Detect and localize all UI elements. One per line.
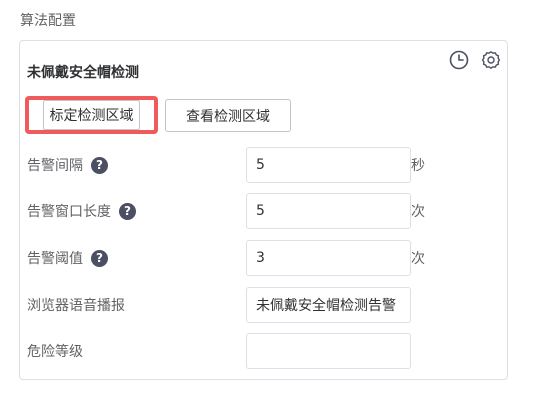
alarm-interval-row: 告警间隔 ? 5 秒 — [20, 147, 509, 183]
alarm-window-label: 告警窗口长度 ? — [27, 193, 136, 229]
help-icon[interactable]: ? — [91, 156, 108, 174]
alarm-interval-unit: 秒 — [411, 158, 425, 174]
browser-voice-label: 浏览器语音播报 — [27, 298, 125, 314]
alarm-window-input[interactable]: 5 — [246, 193, 411, 229]
risk-level-row: 危险等级 — [20, 333, 509, 369]
mark-detection-area-button[interactable]: 标定检测区域 — [25, 96, 158, 134]
alarm-threshold-input[interactable]: 3 — [246, 240, 411, 276]
section-title: 算法配置 — [20, 13, 76, 29]
alarm-window-unit: 次 — [411, 204, 425, 220]
mark-detection-area-label: 标定检测区域 — [43, 100, 140, 130]
alarm-threshold-row: 告警阈值 ? 3 次 — [20, 240, 509, 276]
browser-voice-input[interactable]: 未佩戴安全帽检测告警 — [246, 287, 411, 323]
alarm-interval-label: 告警间隔 ? — [27, 147, 108, 183]
card-title: 未佩戴安全帽检测 — [27, 65, 139, 81]
alarm-interval-input[interactable]: 5 — [246, 147, 411, 183]
help-icon[interactable]: ? — [91, 249, 108, 267]
algorithm-config-card: 未佩戴安全帽检测 标定检测区域 查看检测区域 告警间隔 ? 5 秒 告警窗口长度… — [19, 40, 508, 380]
alarm-threshold-unit: 次 — [411, 251, 425, 267]
clock-icon[interactable] — [448, 49, 470, 71]
browser-voice-row: 浏览器语音播报 未佩戴安全帽检测告警 — [20, 287, 509, 323]
view-detection-area-button[interactable]: 查看检测区域 — [165, 99, 291, 132]
alarm-threshold-label: 告警阈值 ? — [27, 240, 108, 276]
risk-level-label: 危险等级 — [27, 344, 83, 360]
help-icon[interactable]: ? — [119, 202, 136, 220]
gear-icon[interactable] — [480, 49, 502, 71]
risk-level-input[interactable] — [246, 333, 411, 369]
alarm-window-row: 告警窗口长度 ? 5 次 — [20, 193, 509, 229]
